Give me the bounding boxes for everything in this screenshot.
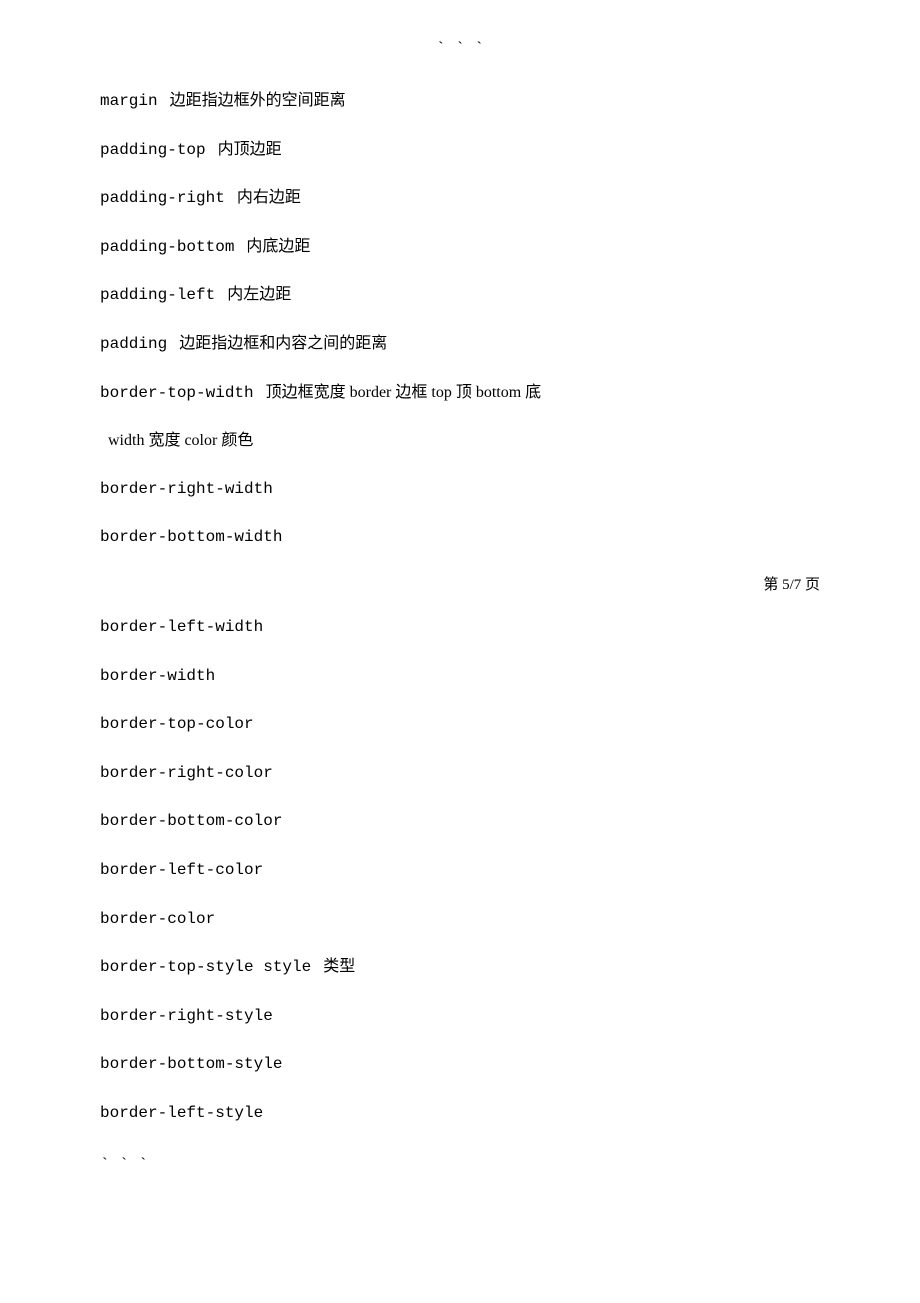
- term-padding-right: padding-right: [100, 189, 225, 207]
- term-padding: padding: [100, 335, 167, 353]
- term-border-left-width: border-left-width: [100, 618, 263, 636]
- term-padding-left: padding-left: [100, 286, 215, 304]
- content-list-bottom: border-left-width border-width border-to…: [100, 614, 820, 1127]
- page-indicator: 第 5/7 页: [100, 573, 820, 594]
- bottom-backtick: ` ` `: [100, 1156, 820, 1174]
- desc-margin: 边距指边框外的空间距离: [170, 92, 346, 109]
- list-item: border-left-style: [100, 1100, 820, 1127]
- desc-padding-top: 内顶边距: [218, 141, 282, 158]
- term-border-top-style: border-top-style style: [100, 958, 311, 976]
- term-padding-top: padding-top: [100, 141, 206, 159]
- term-border-top-color: border-top-color: [100, 715, 254, 733]
- list-item: border-bottom-width: [100, 524, 820, 551]
- list-item: padding-left 内左边距: [100, 282, 820, 309]
- desc-border-top-style: 类型: [323, 958, 355, 975]
- list-item: border-width: [100, 663, 820, 690]
- term-padding-bottom: padding-bottom: [100, 238, 234, 256]
- list-item: border-top-style style 类型: [100, 954, 820, 981]
- desc-padding: 边距指边框和内容之间的距离: [179, 335, 387, 352]
- term-border-bottom-width: border-bottom-width: [100, 528, 282, 546]
- term-border-width: border-width: [100, 667, 215, 685]
- list-item: padding 边距指边框和内容之间的距离: [100, 331, 820, 358]
- list-item: padding-right 内右边距: [100, 185, 820, 212]
- term-border-top-width: border-top-width: [100, 384, 254, 402]
- top-backtick: ` ` `: [100, 40, 820, 58]
- list-item: border-right-width: [100, 476, 820, 503]
- list-item: border-left-width: [100, 614, 820, 641]
- list-item: border-color: [100, 906, 820, 933]
- term-border-right-style: border-right-style: [100, 1007, 273, 1025]
- term-border-bottom-style: border-bottom-style: [100, 1055, 282, 1073]
- term-border-right-width: border-right-width: [100, 480, 273, 498]
- list-item: border-bottom-style: [100, 1051, 820, 1078]
- term-border-left-color: border-left-color: [100, 861, 263, 879]
- term-border-bottom-color: border-bottom-color: [100, 812, 282, 830]
- term-margin: margin: [100, 92, 158, 110]
- list-item: border-right-style: [100, 1003, 820, 1030]
- desc-width-color: width 宽度 color 颜色: [108, 432, 253, 449]
- list-item: width 宽度 color 颜色: [100, 428, 820, 454]
- desc-padding-bottom: 内底边距: [246, 238, 310, 255]
- list-item: border-top-width 顶边框宽度 border 边框 top 顶 b…: [100, 380, 820, 407]
- content-list-top: margin 边距指边框外的空间距离 padding-top 内顶边距 padd…: [100, 88, 820, 551]
- term-border-right-color: border-right-color: [100, 764, 273, 782]
- list-item: border-bottom-color: [100, 808, 820, 835]
- desc-padding-right: 内右边距: [237, 189, 301, 206]
- list-item: padding-top 内顶边距: [100, 137, 820, 164]
- list-item: border-left-color: [100, 857, 820, 884]
- desc-border-top-width: 顶边框宽度 border 边框 top 顶 bottom 底: [266, 384, 542, 401]
- list-item: border-right-color: [100, 760, 820, 787]
- list-item: border-top-color: [100, 711, 820, 738]
- page-container: ` ` ` margin 边距指边框外的空间距离 padding-top 内顶边…: [0, 0, 920, 1303]
- list-item: margin 边距指边框外的空间距离: [100, 88, 820, 115]
- desc-padding-left: 内左边距: [227, 286, 291, 303]
- list-item: padding-bottom 内底边距: [100, 234, 820, 261]
- term-border-left-style: border-left-style: [100, 1104, 263, 1122]
- term-border-color: border-color: [100, 910, 215, 928]
